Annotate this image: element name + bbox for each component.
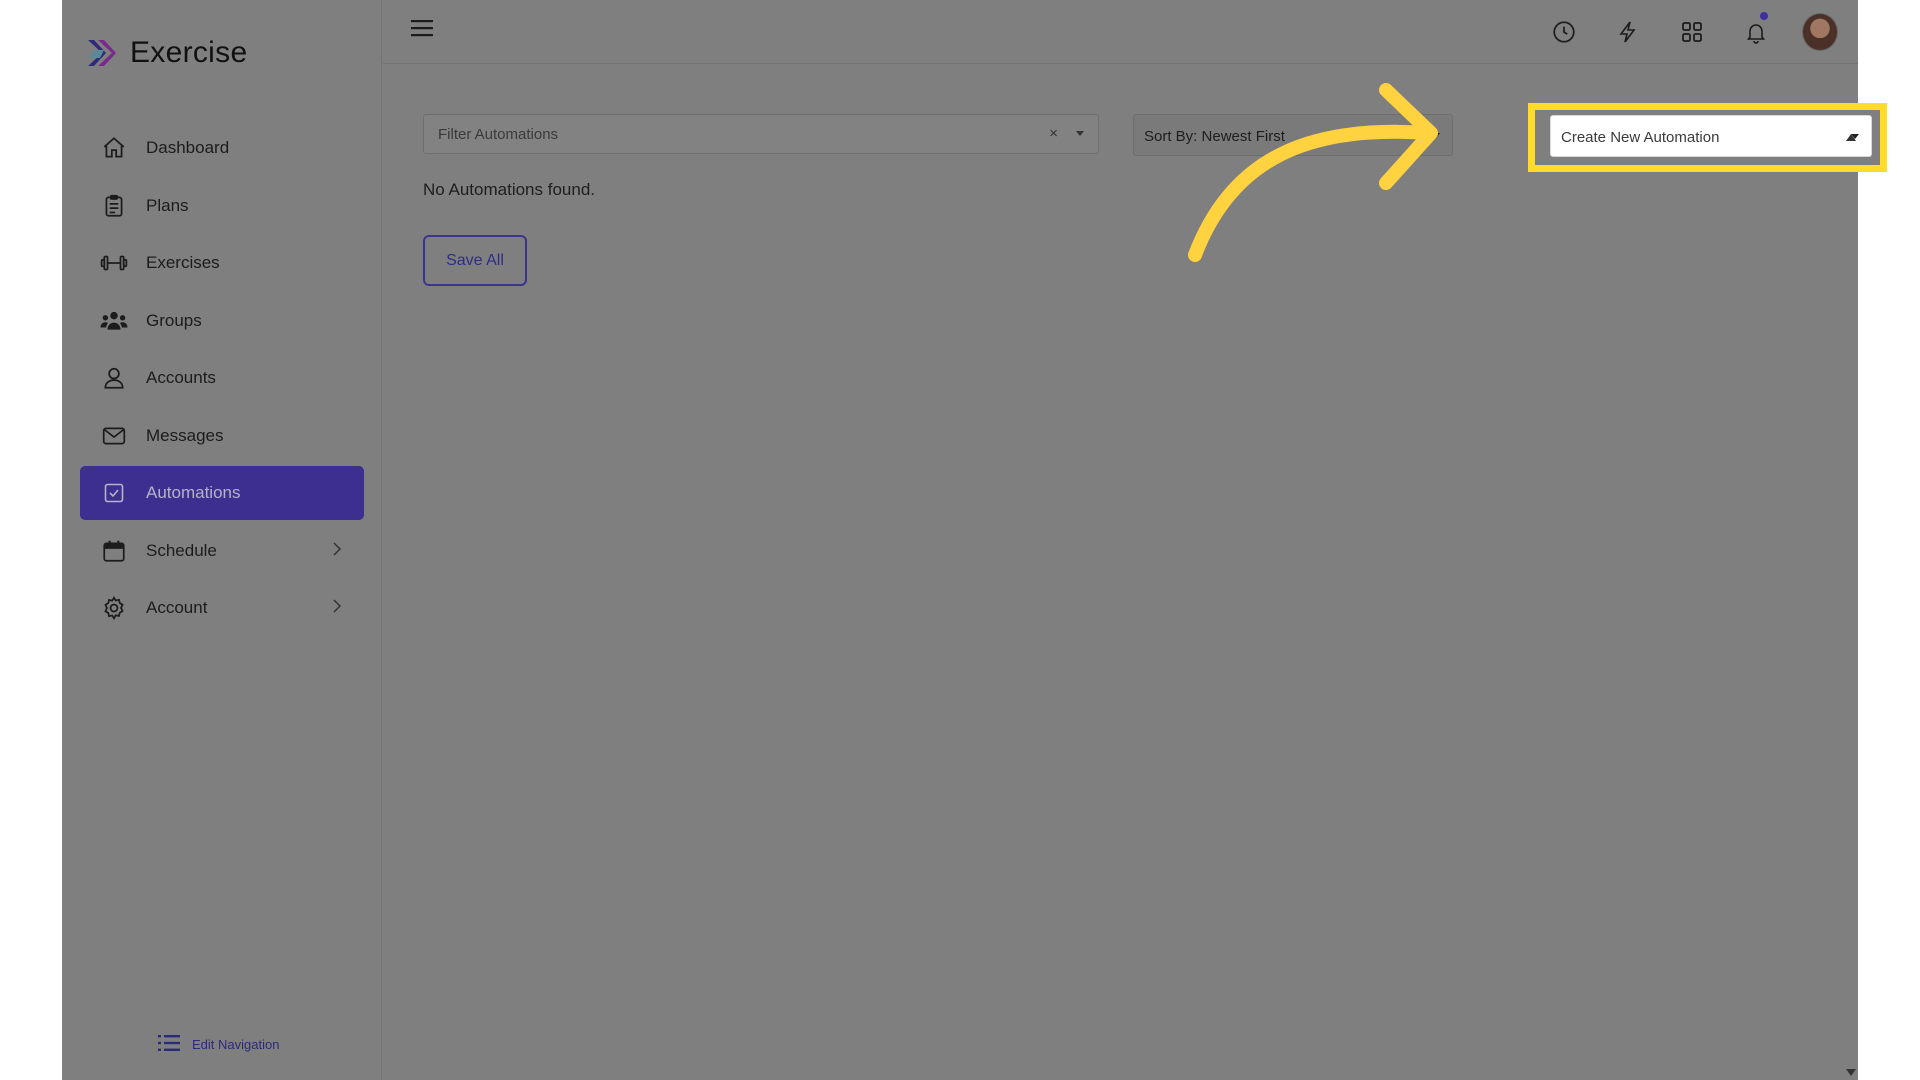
bolt-icon[interactable]	[1610, 12, 1646, 52]
chevron-down-icon	[1432, 133, 1440, 138]
clear-filter-icon[interactable]: ×	[1049, 125, 1058, 142]
sidebar-item-dashboard[interactable]: Dashboard	[80, 121, 364, 175]
sidebar-item-label: Groups	[146, 310, 202, 330]
sidebar-item-automations[interactable]: Automations	[80, 466, 364, 520]
bell-icon[interactable]	[1738, 12, 1774, 52]
users-icon	[100, 307, 128, 335]
calendar-icon	[100, 537, 128, 565]
sidebar-item-plans[interactable]: Plans	[80, 179, 364, 233]
home-icon	[100, 134, 128, 162]
user-avatar-image	[1802, 13, 1838, 51]
save-all-button[interactable]: Save All	[423, 235, 527, 286]
hamburger-menu-icon[interactable]	[411, 18, 433, 43]
dumbbell-icon	[100, 249, 128, 277]
filter-automations-input[interactable]: Filter Automations ×	[423, 114, 1099, 154]
sidebar-item-label: Accounts	[146, 368, 216, 387]
edit-navigation-link[interactable]: Edit Navigation	[158, 1033, 279, 1056]
sidebar-item-accounts[interactable]: Accounts	[80, 351, 364, 405]
history-icon[interactable]	[1546, 12, 1582, 52]
avatar[interactable]	[1802, 12, 1838, 52]
scroll-down-icon[interactable]	[1846, 1069, 1856, 1076]
apps-grid-icon[interactable]	[1674, 12, 1710, 52]
clipboard-icon	[100, 192, 128, 220]
sidebar-item-label: Schedule	[146, 540, 217, 560]
sidebar: Exercise Dashboard Plans Exercises Group…	[62, 0, 382, 1080]
gear-icon	[100, 594, 128, 622]
main-content: Filter Automations × Sort By: Newest Fir…	[383, 65, 1887, 1080]
sidebar-item-label: Account	[146, 598, 208, 617]
top-bar	[383, 0, 1858, 64]
chevron-right-icon	[332, 598, 342, 619]
sidebar-item-schedule[interactable]: Schedule	[80, 524, 364, 578]
sidebar-nav: Dashboard Plans Exercises Groups Account…	[80, 121, 364, 639]
create-new-automation-select[interactable]: Create New Automation	[1550, 115, 1872, 157]
sort-select[interactable]: Sort By: Newest First	[1133, 114, 1453, 156]
sidebar-item-label: Plans	[146, 195, 189, 215]
sidebar-item-exercises[interactable]: Exercises	[80, 236, 364, 290]
app-logo[interactable]: Exercise	[84, 36, 247, 70]
sidebar-item-label: Automations	[146, 483, 241, 502]
sidebar-item-label: Dashboard	[146, 138, 230, 157]
sidebar-item-groups[interactable]: Groups	[80, 294, 364, 348]
sidebar-item-messages[interactable]: Messages	[80, 409, 364, 463]
checkbox-icon	[100, 479, 128, 507]
top-bar-actions	[1546, 12, 1838, 52]
envelope-icon	[100, 422, 128, 450]
chevron-right-icon	[332, 541, 342, 562]
scroll-up-icon[interactable]	[1846, 134, 1856, 141]
filter-placeholder: Filter Automations	[438, 126, 559, 143]
logo-icon	[88, 40, 116, 66]
create-value: Create New Automation	[1561, 129, 1720, 146]
app-title: Exercise	[130, 36, 248, 69]
user-icon	[100, 364, 128, 392]
sort-value: Sort By: Newest First	[1144, 128, 1285, 145]
sidebar-item-label: Messages	[146, 425, 224, 445]
edit-navigation-label: Edit Navigation	[192, 1037, 280, 1052]
chevron-down-icon[interactable]	[1076, 131, 1084, 136]
sidebar-item-account[interactable]: Account	[80, 581, 364, 635]
list-icon	[158, 1033, 180, 1056]
sidebar-item-label: Exercises	[146, 253, 220, 272]
app-window: Exercise Dashboard Plans Exercises Group…	[62, 0, 1887, 1080]
notification-dot	[1760, 12, 1768, 20]
empty-state-message: No Automations found.	[423, 180, 596, 199]
